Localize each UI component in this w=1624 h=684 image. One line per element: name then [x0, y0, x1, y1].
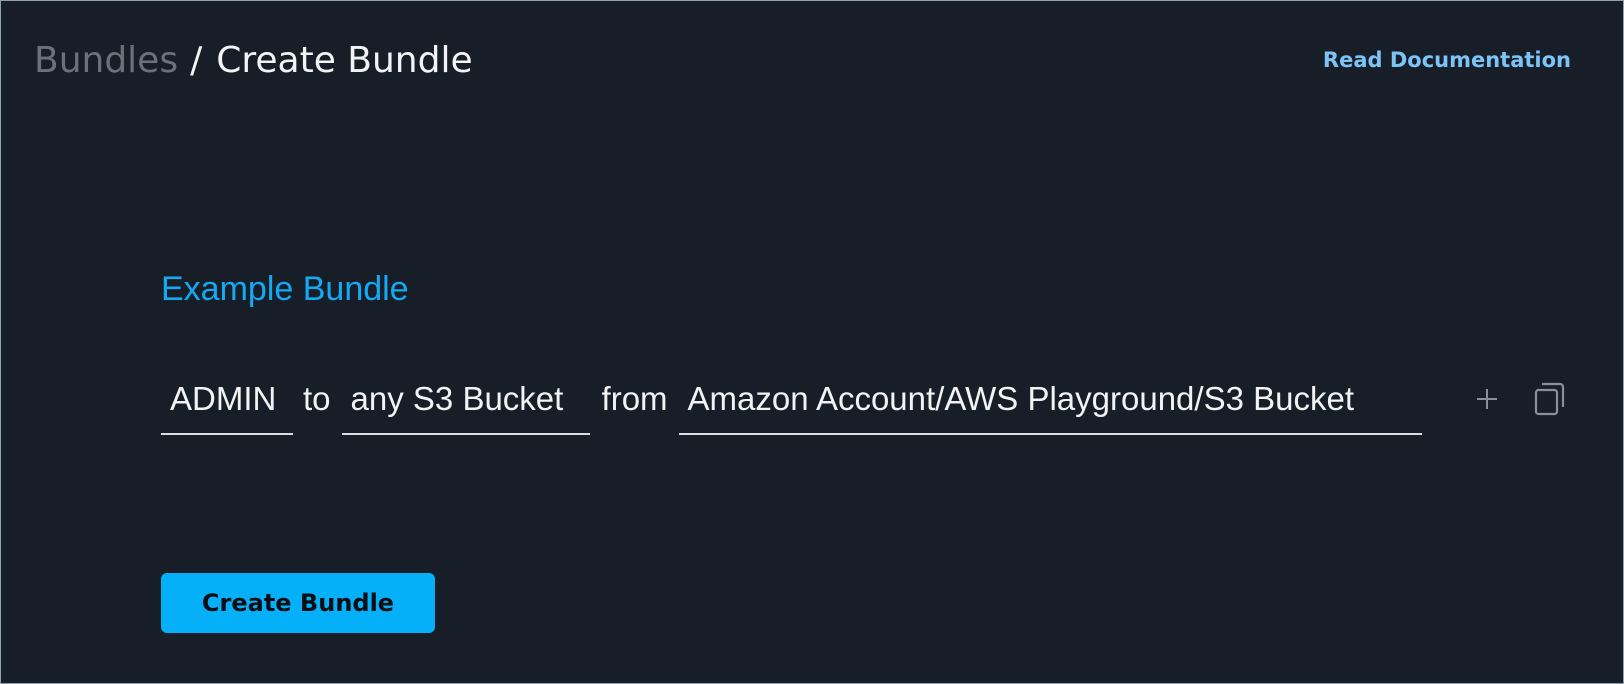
connector-from-label: from: [601, 380, 668, 417]
bundle-rule-row: ADMIN to any S3 Bucket from Amazon Accou…: [161, 373, 1422, 435]
plus-icon: [1477, 389, 1497, 409]
create-bundle-page: Bundles / Create Bundle Read Documentati…: [0, 0, 1624, 684]
resource-select[interactable]: any S3 Bucket: [341, 373, 590, 435]
row-actions: [1467, 379, 1569, 419]
page-title: Create Bundle: [216, 40, 473, 81]
breadcrumb: Bundles / Create Bundle: [34, 37, 473, 85]
role-select[interactable]: ADMIN: [161, 373, 293, 435]
add-rule-button[interactable]: [1467, 379, 1507, 419]
breadcrumb-separator: /: [190, 40, 203, 81]
example-bundle-heading: Example Bundle: [161, 270, 409, 308]
connector-to-label: to: [303, 380, 331, 417]
source-path-select[interactable]: Amazon Account/AWS Playground/S3 Bucket: [678, 373, 1422, 435]
page-header: Bundles / Create Bundle Read Documentati…: [34, 37, 1623, 85]
read-documentation-link[interactable]: Read Documentation: [1323, 45, 1571, 75]
breadcrumb-bundles-link[interactable]: Bundles: [34, 37, 178, 85]
duplicate-rule-button[interactable]: [1529, 379, 1569, 419]
copy-icon: [1534, 382, 1565, 416]
create-bundle-button[interactable]: Create Bundle: [161, 573, 435, 633]
